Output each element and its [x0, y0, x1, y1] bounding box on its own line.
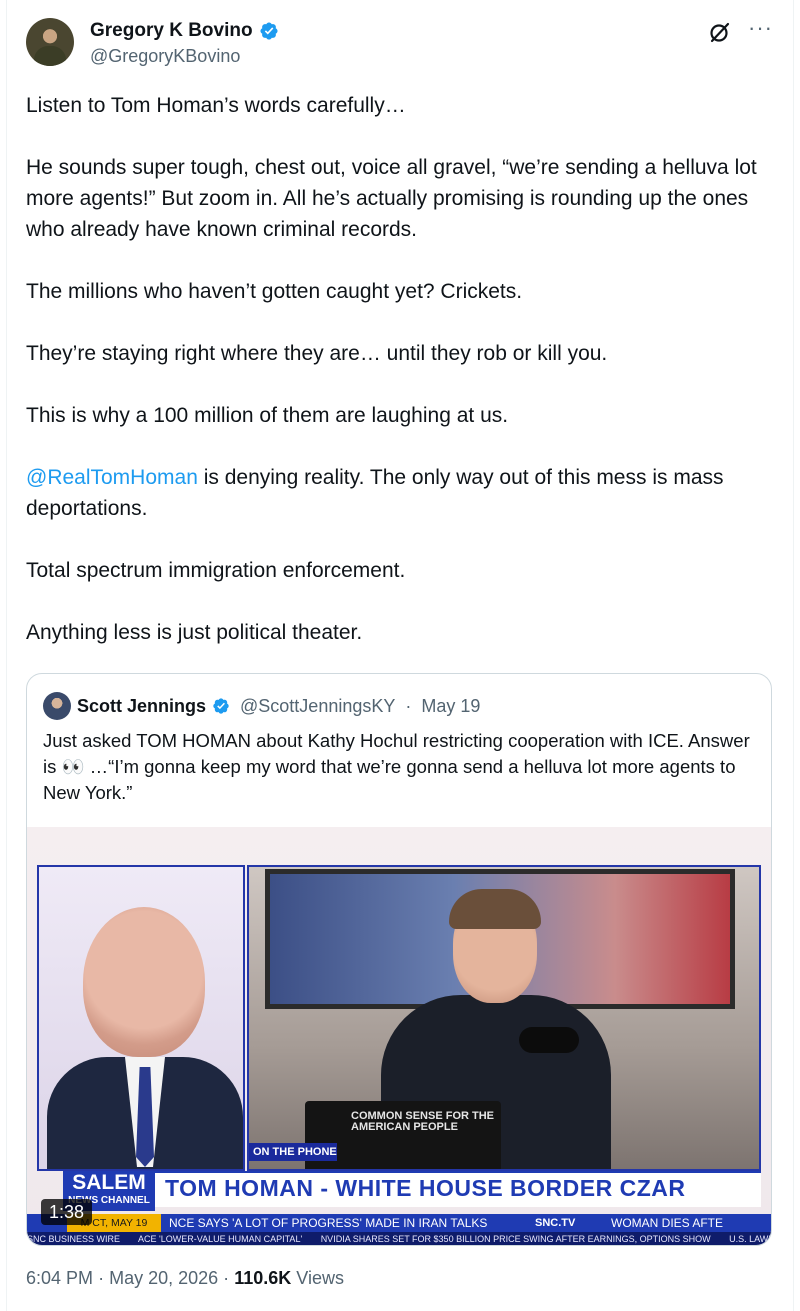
quoted-author-handle: @ScottJenningsKY [240, 695, 396, 716]
quoted-tweet[interactable]: Scott Jennings @ScottJenningsKY · May 19… [26, 673, 772, 1246]
mention-link[interactable]: @RealTomHoman [26, 466, 198, 489]
author-avatar[interactable] [26, 18, 74, 66]
tweet-paragraph: Listen to Tom Homan’s words carefully… [26, 94, 406, 117]
tweet-paragraph: They’re staying right where they are… un… [26, 342, 608, 365]
video-duration-badge: 1:38 [41, 1199, 93, 1225]
author-name-row: Gregory K Bovino [90, 20, 279, 42]
quoted-tweet-date: May 19 [421, 695, 481, 716]
guest-head [83, 907, 205, 1057]
post-time[interactable]: 6:04 PM [26, 1268, 93, 1288]
tweet-paragraph: Total spectrum immigration enforcement. [26, 559, 406, 582]
host-video-panel: COMMON SENSE FOR THE AMERICAN PEOPLE ON … [247, 865, 761, 1171]
chyron-headline: TOM HOMAN - WHITE HOUSE BORDER CZAR [165, 1175, 686, 1201]
tweet-paragraph: @RealTomHoman is denying reality. The on… [26, 462, 766, 524]
verified-badge-icon [260, 22, 278, 40]
crawl-item: U.S. LAWMAKERS SEEK TO UN [729, 1234, 771, 1244]
author-display-name[interactable]: Gregory K Bovino [90, 20, 253, 42]
ticker-item: NCE SAYS 'A LOT OF PROGRESS' MADE IN IRA… [169, 1216, 488, 1230]
crawl-item: ACE 'LOWER-VALUE HUMAN CAPITAL' [138, 1234, 303, 1244]
network-name: SALEM [72, 1171, 146, 1194]
crawl-item: SNC BUSINESS WIRE [27, 1234, 121, 1244]
quoted-author-avatar [43, 692, 71, 720]
ticker-item: WOMAN DIES AFTE [611, 1216, 724, 1230]
post-date[interactable]: May 20, 2026 [109, 1268, 218, 1288]
date-separator: · [405, 695, 412, 716]
tweet-paragraph: He sounds super tough, chest out, voice … [26, 156, 757, 241]
on-the-phone-label: ON THE PHONE [249, 1143, 337, 1161]
more-icon[interactable]: ··· [748, 17, 772, 42]
meta-separator: · [98, 1268, 105, 1288]
views-label: Views [296, 1268, 344, 1288]
crawl-item: NVIDIA SHARES SET FOR $350 BILLION PRICE… [320, 1234, 711, 1244]
tweet-text: Listen to Tom Homan’s words carefully… H… [26, 90, 766, 679]
author-handle[interactable]: @GregoryKBovino [90, 46, 240, 67]
quoted-author-name: Scott Jennings [77, 695, 207, 716]
business-crawl: SNC BUSINESS WIRE ACE 'LOWER-VALUE HUMAN… [27, 1232, 771, 1245]
quoted-tweet-text: Just asked TOM HOMAN about Kathy Hochul … [43, 730, 750, 803]
tweet-paragraph: This is why a 100 million of them are la… [26, 404, 509, 427]
meta-separator: · [223, 1268, 230, 1288]
grok-icon[interactable] [708, 20, 732, 44]
tweet-paragraph: Anything less is just political theater. [26, 621, 363, 644]
quoted-tweet-header: Scott Jennings @ScottJenningsKY · May 19 [43, 692, 480, 720]
news-ticker: M CT, MAY 19 NCE SAYS 'A LOT OF PROGRESS… [27, 1214, 771, 1232]
avatar-figure [34, 46, 66, 66]
host-hair [449, 889, 541, 929]
ticker-brand: SNC.TV [535, 1217, 576, 1229]
microphone [519, 1027, 579, 1053]
verified-badge-icon [213, 698, 229, 714]
news-lower-third: SALEM NEWS CHANNEL TOM HOMAN - WHITE HOU… [63, 1171, 761, 1211]
tweet-metadata: 6:04 PM · May 20, 2026 · 110.6K Views [26, 1268, 344, 1289]
guest-video-panel [37, 865, 245, 1171]
tweet-paragraph: The millions who haven’t gotten caught y… [26, 280, 523, 303]
video-player[interactable]: COMMON SENSE FOR THE AMERICAN PEOPLE ON … [27, 827, 771, 1245]
view-count: 110.6K [234, 1268, 292, 1288]
